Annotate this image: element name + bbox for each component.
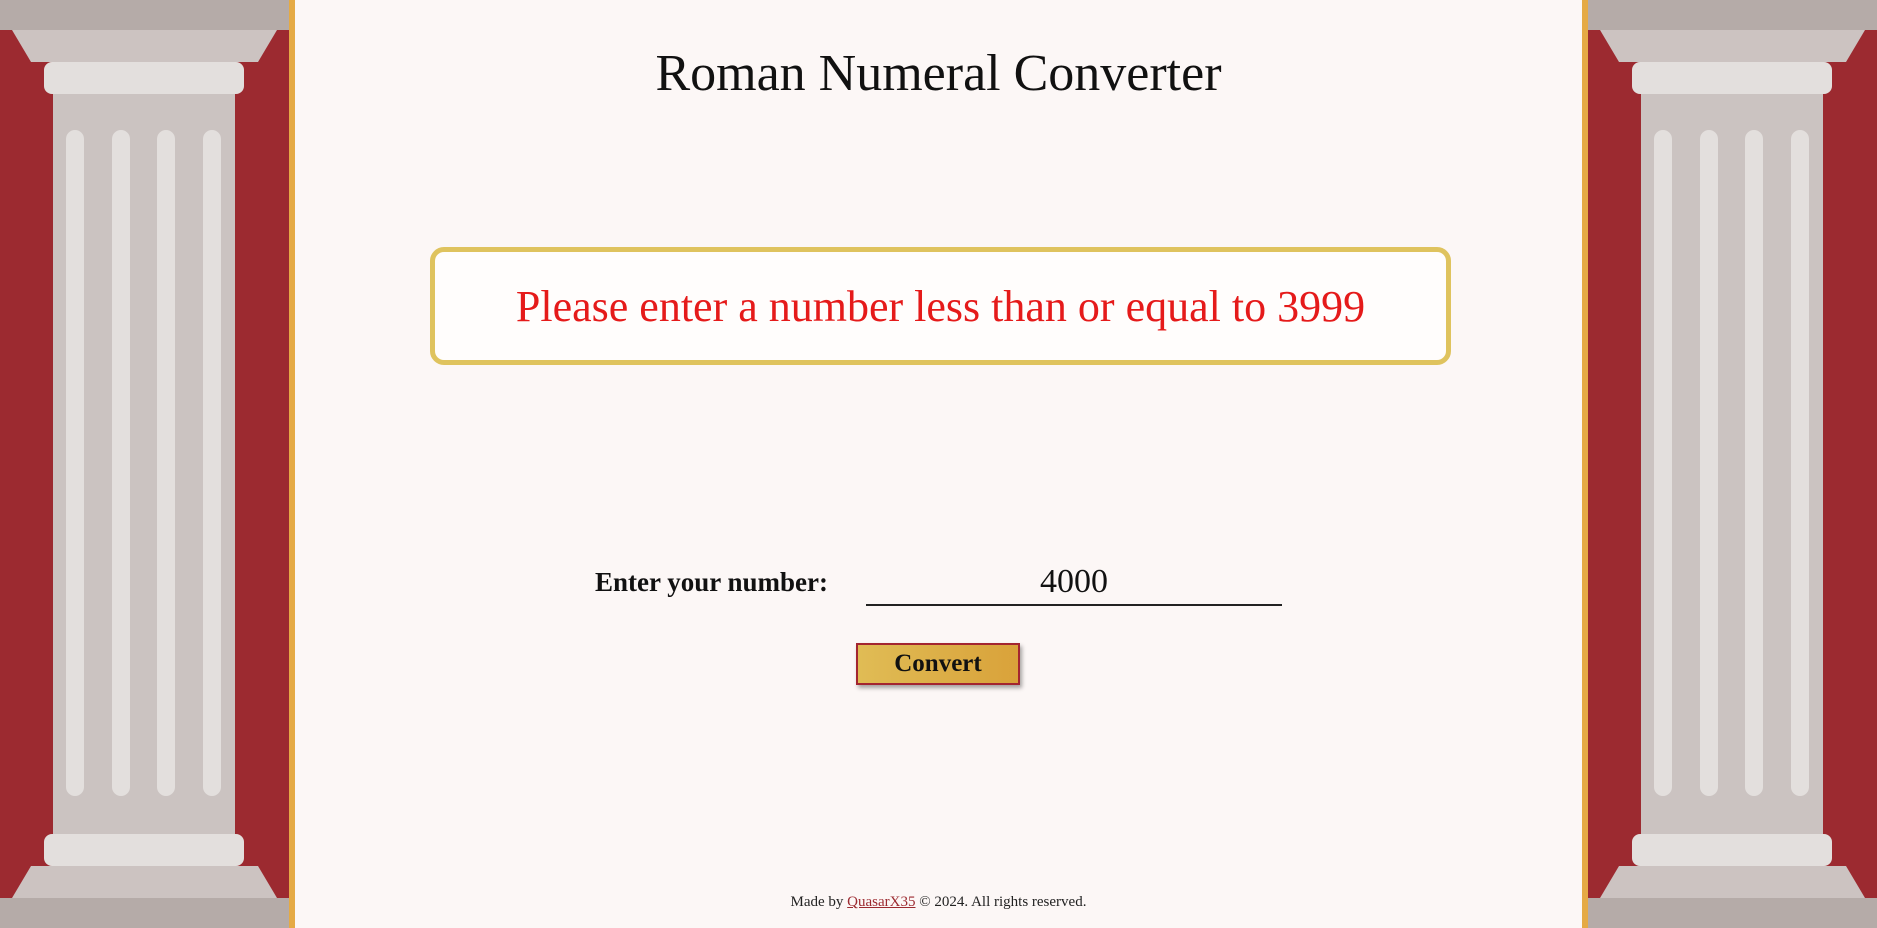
author-link[interactable]: QuasarX35 — [847, 894, 915, 910]
right-pillar-panel — [1588, 0, 1877, 928]
result-message: Please enter a number less than or equal… — [515, 281, 1366, 331]
left-pillar-panel — [0, 0, 289, 928]
footer: Made by QuasarX35 © 2024. All rights res… — [295, 894, 1582, 911]
number-input-label: Enter your number: — [595, 567, 829, 597]
result-output-box: Please enter a number less than or equal… — [430, 247, 1451, 365]
main-content: Roman Numeral Converter Please enter a n… — [295, 0, 1582, 928]
footer-copyright: © 2024. All rights reserved. — [919, 894, 1087, 910]
column-right-icon — [1588, 0, 1877, 928]
footer-prefix: Made by — [790, 894, 844, 910]
column-left-icon — [0, 0, 289, 928]
number-form: Enter your number: — [295, 560, 1582, 610]
number-input[interactable] — [866, 560, 1282, 606]
page-title: Roman Numeral Converter — [655, 45, 1222, 102]
convert-button[interactable]: Convert — [856, 643, 1020, 685]
